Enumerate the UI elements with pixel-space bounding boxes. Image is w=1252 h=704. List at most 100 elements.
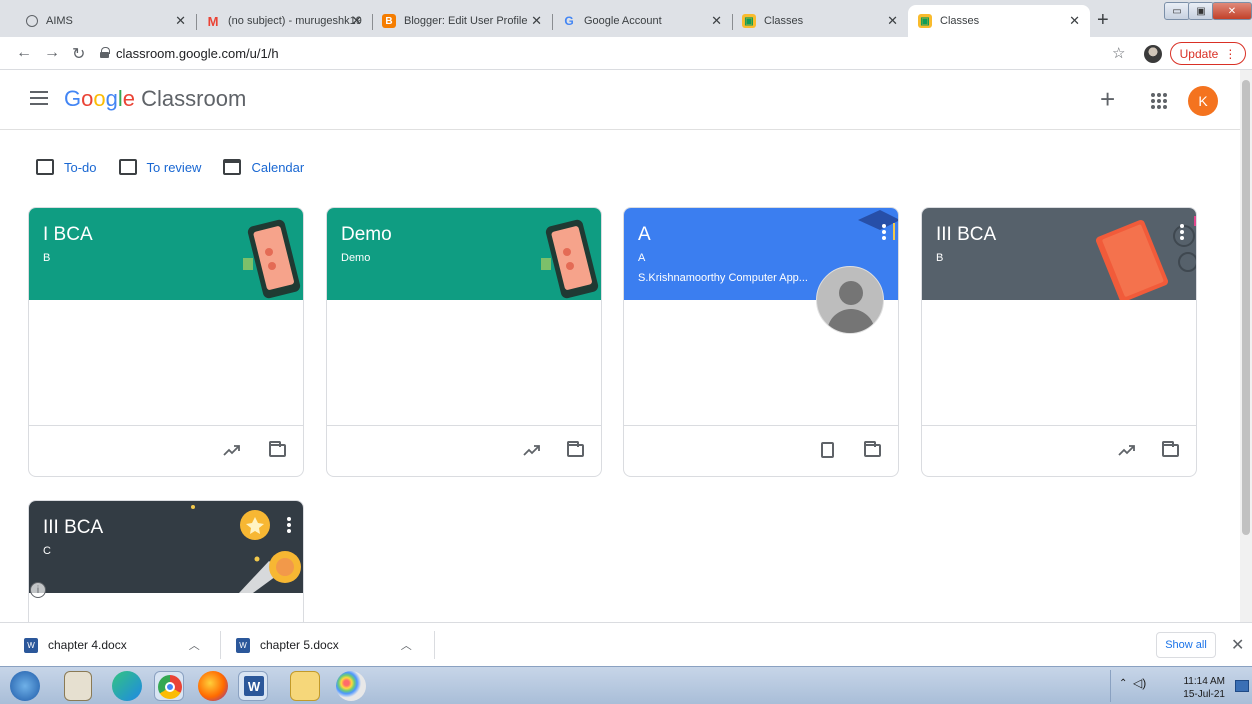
- more-options-icon[interactable]: [882, 224, 886, 240]
- browser-tab-gmail[interactable]: M (no subject) - murugeshk19 ✕: [196, 5, 373, 37]
- phone-illustration-icon: [243, 219, 301, 299]
- forward-arrow-icon[interactable]: →: [44, 44, 60, 62]
- class-card-banner[interactable]: III BCA B: [922, 208, 1196, 300]
- brand-google: Google: [64, 86, 136, 111]
- google-classroom-logo[interactable]: Google Classroom: [64, 86, 246, 112]
- system-tray: ⌃ ◁) 11:14 AM 15-Jul-21: [1110, 670, 1252, 702]
- divider: [434, 631, 435, 659]
- window-close-button[interactable]: ✕: [1212, 2, 1252, 20]
- back-arrow-icon[interactable]: ←: [16, 44, 32, 62]
- download-filename: chapter 4.docx: [48, 638, 127, 652]
- close-icon[interactable]: ✕: [711, 13, 722, 29]
- close-icon[interactable]: ✕: [531, 13, 542, 29]
- class-card-footer: [922, 425, 1196, 476]
- folder-icon[interactable]: [269, 441, 286, 457]
- tab-label: AIMS: [46, 15, 73, 27]
- word-taskbar-slot[interactable]: W: [238, 671, 268, 701]
- subnav-calendar[interactable]: Calendar: [223, 159, 304, 175]
- class-card[interactable]: A A S.Krishnamoorthy Computer App...: [623, 207, 899, 477]
- url-field[interactable]: classroom.google.com/u/1/h: [116, 46, 279, 61]
- show-hidden-icons-icon[interactable]: ⌃: [1119, 678, 1127, 689]
- class-card-banner[interactable]: III BCA C: [29, 501, 303, 593]
- medal-illustration-icon: [191, 505, 301, 593]
- classroom-icon: ▣: [742, 14, 756, 28]
- browser-tab-classes[interactable]: ▣ Classes ✕: [732, 5, 908, 37]
- folder-icon[interactable]: [864, 441, 881, 457]
- download-filename: chapter 5.docx: [260, 638, 339, 652]
- tally-erp-icon[interactable]: [64, 671, 92, 701]
- paint-icon[interactable]: [336, 671, 366, 701]
- more-options-icon[interactable]: [1180, 224, 1184, 240]
- tab-label: Classes: [764, 15, 804, 27]
- google-icon: G: [564, 14, 574, 28]
- firefox-icon[interactable]: [198, 671, 228, 701]
- divider: [220, 631, 221, 659]
- close-icon[interactable]: ✕: [887, 13, 898, 29]
- update-button[interactable]: Update ⋮: [1170, 42, 1246, 65]
- class-card-footer: [327, 425, 601, 476]
- close-icon[interactable]: ✕: [351, 13, 362, 29]
- google-apps-icon[interactable]: [1151, 93, 1167, 109]
- minimize-button[interactable]: ▭: [1164, 2, 1190, 20]
- folder-icon[interactable]: [1162, 441, 1179, 457]
- new-tab-button[interactable]: +: [1097, 9, 1109, 32]
- app-header: Google Classroom + K: [0, 70, 1240, 130]
- portrait-icon[interactable]: [821, 442, 834, 458]
- edge-browser-icon[interactable]: [112, 671, 142, 701]
- info-icon[interactable]: i: [30, 582, 46, 598]
- brand-product: Classroom: [141, 86, 247, 111]
- start-button-icon[interactable]: [10, 671, 40, 701]
- folder-icon[interactable]: [567, 441, 584, 457]
- volume-icon[interactable]: ◁): [1133, 676, 1146, 690]
- browser-tab-classes-active[interactable]: ▣ Classes ✕: [908, 5, 1090, 37]
- show-desktop-icon[interactable]: [1235, 680, 1249, 692]
- windows-taskbar: W ⌃ ◁) 11:14 AM 15-Jul-21: [0, 666, 1252, 704]
- class-card[interactable]: Demo Demo: [326, 207, 602, 477]
- chevron-up-icon[interactable]: ︿: [189, 637, 200, 653]
- trending-up-icon[interactable]: [1118, 444, 1136, 456]
- chrome-taskbar-slot[interactable]: [154, 671, 184, 701]
- class-card-footer: [29, 425, 303, 476]
- classroom-subnav: To-do To review Calendar: [36, 159, 326, 175]
- graduation-cap-icon: [858, 210, 898, 240]
- subnav-todo[interactable]: To-do: [36, 159, 97, 175]
- tab-label: Google Account: [584, 15, 662, 27]
- close-icon[interactable]: ✕: [1231, 635, 1244, 655]
- chevron-up-icon[interactable]: ︿: [401, 637, 412, 653]
- class-card-banner[interactable]: I BCA B: [29, 208, 303, 300]
- class-title[interactable]: A: [638, 224, 884, 246]
- trending-up-icon[interactable]: [523, 444, 541, 456]
- class-card[interactable]: I BCA B: [28, 207, 304, 477]
- close-icon[interactable]: ✕: [1069, 13, 1080, 29]
- class-section: A: [638, 252, 646, 264]
- reload-icon[interactable]: ↻: [72, 44, 85, 64]
- scrollbar-thumb[interactable]: [1242, 80, 1250, 535]
- avatar-letter: K: [1198, 93, 1208, 109]
- chrome-icon-center: [165, 682, 175, 692]
- address-bar: ← → ↻ classroom.google.com/u/1/h ☆ Updat…: [0, 37, 1252, 70]
- bookmark-star-icon[interactable]: ☆: [1112, 44, 1125, 62]
- word-icon: W: [244, 676, 264, 696]
- download-item[interactable]: W chapter 5.docx ︿: [236, 637, 412, 653]
- browser-tab-google-account[interactable]: G Google Account ✕: [552, 5, 733, 37]
- maximize-button[interactable]: ▣: [1188, 2, 1214, 20]
- review-icon: [118, 159, 137, 175]
- close-icon[interactable]: ✕: [175, 13, 186, 29]
- download-item[interactable]: W chapter 4.docx ︿: [24, 637, 200, 653]
- subnav-to-review[interactable]: To review: [118, 159, 201, 175]
- class-card[interactable]: III BCA B: [921, 207, 1197, 477]
- page-scrollbar[interactable]: [1240, 70, 1252, 622]
- taskbar-clock[interactable]: 11:14 AM 15-Jul-21: [1181, 675, 1225, 701]
- class-card[interactable]: III BCA C: [28, 500, 304, 622]
- class-card-banner[interactable]: Demo Demo: [327, 208, 601, 300]
- browser-profile-avatar[interactable]: [1144, 45, 1162, 63]
- show-all-downloads-button[interactable]: Show all: [1156, 632, 1216, 658]
- create-join-class-button[interactable]: +: [1100, 84, 1115, 115]
- more-options-icon[interactable]: [287, 517, 291, 533]
- browser-tab-aims[interactable]: AIMS ✕: [16, 5, 197, 37]
- file-explorer-icon[interactable]: [290, 671, 320, 701]
- account-avatar[interactable]: K: [1188, 86, 1218, 116]
- hamburger-menu-icon[interactable]: [30, 91, 48, 105]
- trending-up-icon[interactable]: [223, 444, 241, 456]
- browser-tab-blogger[interactable]: B Blogger: Edit User Profile ✕: [372, 5, 553, 37]
